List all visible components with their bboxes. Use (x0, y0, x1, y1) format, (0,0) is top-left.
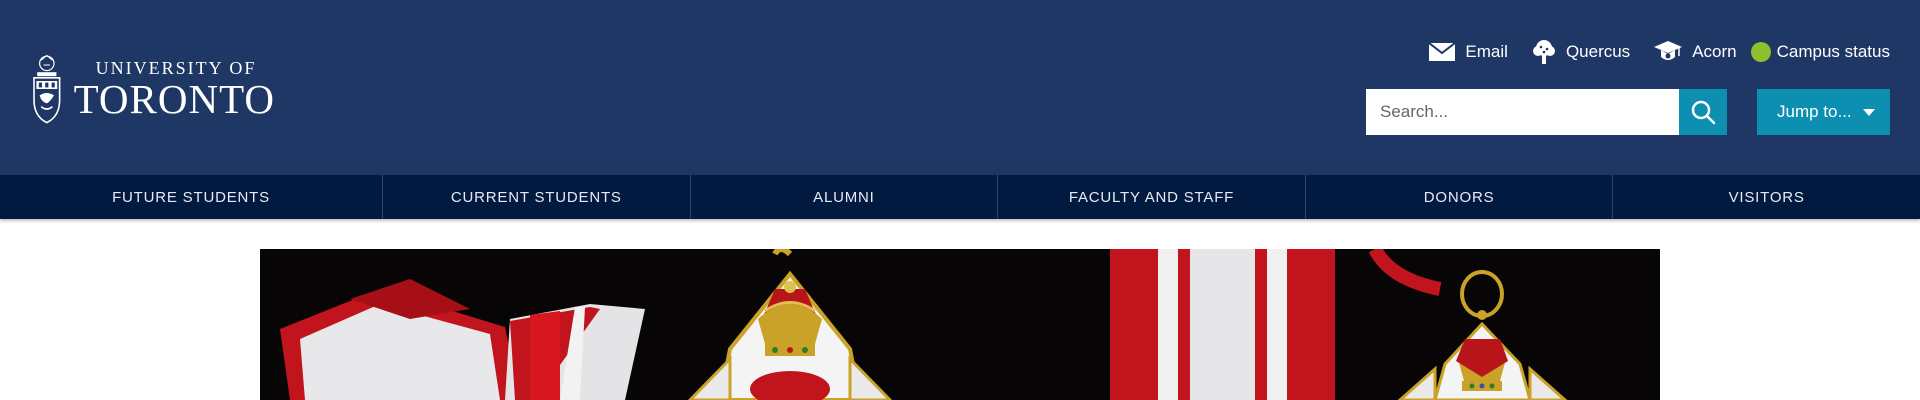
envelope-icon (1429, 43, 1456, 61)
nav-alumni[interactable]: ALUMNI (691, 175, 999, 219)
jump-to-dropdown[interactable]: Jump to... (1757, 89, 1890, 135)
search-form (1366, 89, 1727, 135)
logo-line2: TORONTO (73, 76, 275, 122)
nav-visitors[interactable]: VISITORS (1613, 175, 1920, 219)
hero-image (260, 249, 1660, 400)
email-label: Email (1465, 42, 1508, 61)
medals-image (260, 249, 1660, 400)
jump-to-label: Jump to... (1777, 102, 1852, 121)
chevron-down-icon (1863, 109, 1875, 116)
campus-status-label: Campus status (1776, 42, 1890, 61)
email-link[interactable]: Email (1429, 42, 1508, 62)
search-icon (1691, 100, 1716, 125)
nav-faculty-and-staff[interactable]: FACULTY AND STAFF (998, 175, 1306, 219)
search-input[interactable] (1366, 89, 1679, 135)
audience-nav: FUTURE STUDENTS CURRENT STUDENTS ALUMNI … (0, 175, 1920, 219)
site-header: UNIVERSITY OF TORONTO Email Quercus Acor… (0, 0, 1920, 175)
quercus-label: Quercus (1565, 42, 1631, 61)
acorn-link[interactable]: Acorn (1654, 40, 1737, 64)
nav-donors[interactable]: DONORS (1306, 175, 1614, 219)
search-button[interactable] (1679, 89, 1727, 135)
oak-tree-icon (1532, 40, 1555, 64)
graduation-cap-icon (1654, 41, 1683, 60)
nav-current-students[interactable]: CURRENT STUDENTS (383, 175, 691, 219)
status-indicator-icon (1750, 42, 1771, 62)
acorn-label: Acorn (1692, 42, 1737, 61)
university-logo[interactable]: UNIVERSITY OF TORONTO (30, 44, 275, 134)
logo-line1: UNIVERSITY OF (95, 58, 257, 78)
crest-icon (33, 54, 61, 124)
campus-status-link[interactable]: Campus status (1750, 42, 1890, 62)
utility-links: Email Quercus Acorn Campus status (1405, 38, 1890, 66)
logo-wordmark: UNIVERSITY OF TORONTO (74, 58, 275, 120)
nav-future-students[interactable]: FUTURE STUDENTS (0, 175, 383, 219)
quercus-link[interactable]: Quercus (1532, 39, 1630, 65)
